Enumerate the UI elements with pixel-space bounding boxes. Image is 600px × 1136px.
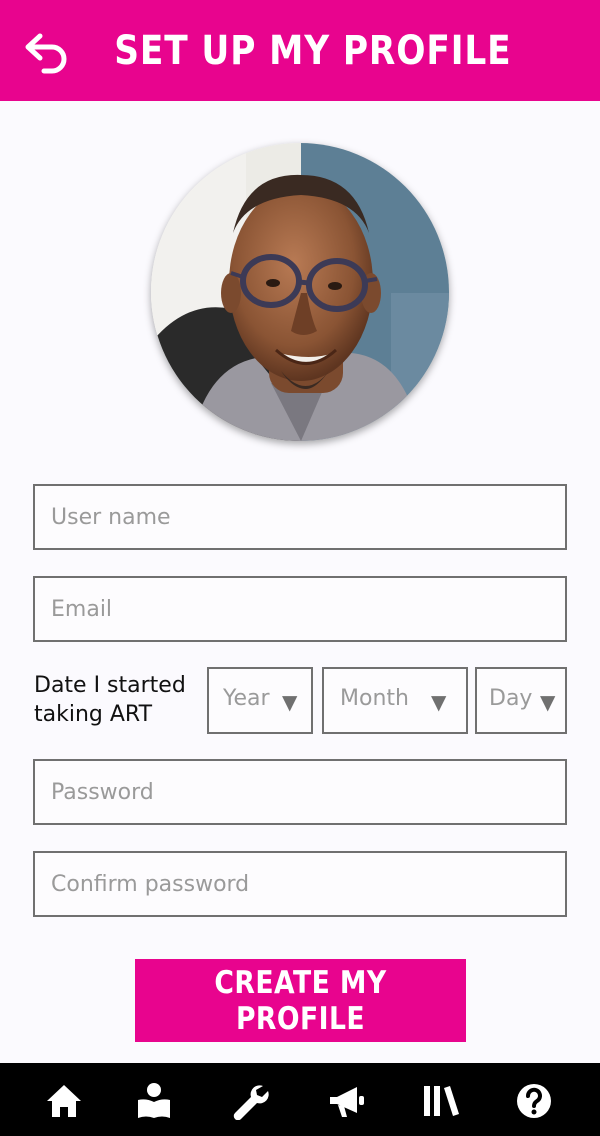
nav-item-home[interactable] — [44, 1082, 84, 1120]
confirm-password-field[interactable] — [33, 851, 567, 917]
chevron-down-icon: ▼ — [282, 690, 298, 714]
nav-item-library[interactable] — [421, 1082, 461, 1120]
profile-setup-screen: SET UP MY PROFILE User name Email Date I… — [0, 0, 600, 1136]
year-select[interactable]: Year ▼ — [207, 667, 313, 734]
date-label-line1: Date I started — [34, 673, 186, 698]
megaphone-icon — [330, 1087, 364, 1117]
chevron-down-icon: ▼ — [540, 690, 556, 714]
date-started-label: Date I started taking ART — [34, 671, 204, 729]
create-profile-button[interactable]: CREATE MY PROFILE — [135, 959, 466, 1042]
create-profile-label: CREATE MY PROFILE — [214, 964, 387, 1037]
username-input[interactable] — [35, 486, 565, 548]
day-select-label: Day — [489, 686, 533, 711]
date-label-line2: taking ART — [34, 702, 153, 727]
library-icon — [424, 1086, 459, 1116]
book-reader-icon — [138, 1083, 170, 1118]
day-select[interactable]: Day ▼ — [475, 667, 567, 734]
avatar[interactable] — [151, 143, 449, 441]
page-title: SET UP MY PROFILE — [114, 28, 512, 74]
email-input[interactable] — [35, 578, 565, 640]
bottom-nav — [0, 1063, 600, 1136]
profile-photo — [151, 143, 449, 441]
email-field[interactable] — [33, 576, 567, 642]
nav-item-tools[interactable] — [230, 1082, 270, 1120]
wrench-icon — [233, 1085, 269, 1120]
year-select-label: Year — [223, 686, 270, 711]
nav-item-announcements[interactable] — [327, 1082, 367, 1120]
password-input[interactable] — [35, 761, 565, 823]
nav-item-learn[interactable] — [134, 1082, 174, 1120]
home-icon — [47, 1085, 81, 1117]
nav-item-help[interactable] — [514, 1082, 554, 1120]
header-bar: SET UP MY PROFILE — [0, 0, 600, 101]
help-icon — [517, 1084, 551, 1118]
confirm-password-input[interactable] — [35, 853, 565, 915]
month-select-label: Month — [340, 686, 409, 711]
username-field[interactable] — [33, 484, 567, 550]
month-select[interactable]: Month ▼ — [322, 667, 468, 734]
password-field[interactable] — [33, 759, 567, 825]
chevron-down-icon: ▼ — [431, 690, 447, 714]
